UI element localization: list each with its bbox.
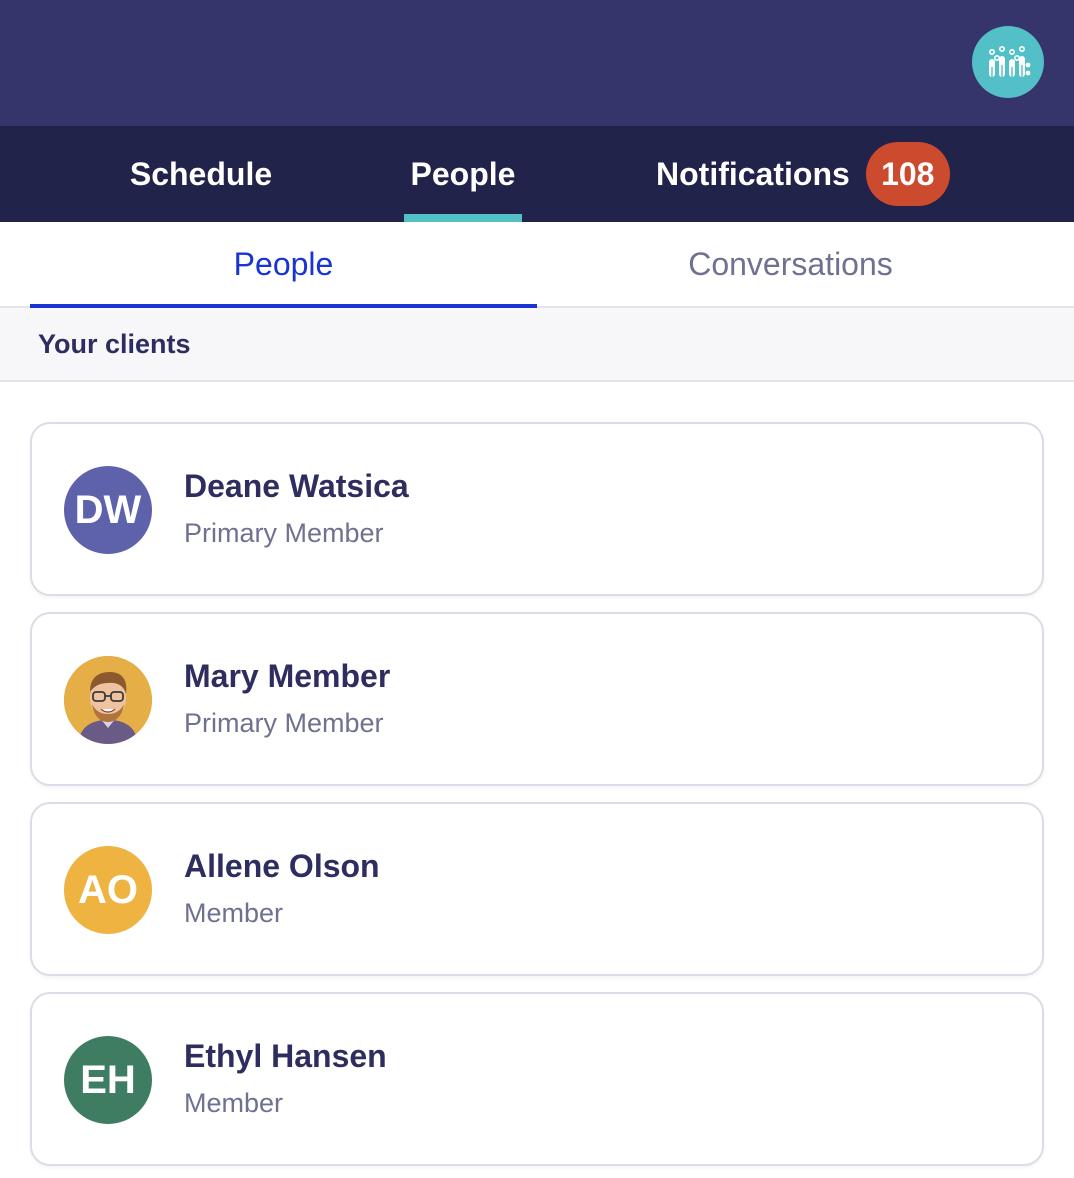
client-role: Primary Member [184, 518, 384, 548]
avatar: EH [64, 1036, 152, 1124]
notifications-count-badge: 108 [865, 142, 950, 206]
top-header-bar [0, 0, 1074, 126]
tab-schedule[interactable]: Schedule [118, 126, 284, 222]
people-group-icon [989, 45, 1031, 77]
tab-notifications-label: Notifications [656, 155, 850, 192]
client-name: Ethyl Hansen [184, 1038, 387, 1074]
main-navigation: Schedule People Notifications 108 [0, 126, 1074, 222]
client-name: Allene Olson [184, 848, 380, 884]
client-role: Primary Member [184, 708, 384, 738]
tab-people[interactable]: People [404, 126, 522, 222]
avatar-photo [64, 656, 152, 744]
client-role: Member [184, 1088, 284, 1118]
client-card[interactable]: Mary Member Primary Member [30, 612, 1044, 786]
client-name: Deane Watsica [184, 468, 409, 504]
tab-schedule-label: Schedule [129, 155, 273, 192]
tab-notifications[interactable]: Notifications 108 [648, 126, 950, 222]
client-name: Mary Member [184, 658, 391, 694]
client-card[interactable]: DW Deane Watsica Primary Member [30, 422, 1044, 596]
tab-people-label: People [410, 155, 516, 192]
avatar: AO [64, 846, 152, 934]
active-tab-indicator [404, 214, 522, 222]
subtab-people[interactable]: People [30, 222, 537, 306]
client-role: Member [184, 898, 284, 928]
subtab-conversations[interactable]: Conversations [537, 222, 1044, 306]
app-logo[interactable] [972, 26, 1044, 98]
person-photo-icon [64, 656, 152, 744]
section-header: Your clients [0, 308, 1074, 382]
client-card[interactable]: AO Allene Olson Member [30, 802, 1044, 976]
client-card[interactable]: EH Ethyl Hansen Member [30, 992, 1044, 1166]
section-title: Your clients [38, 328, 191, 359]
sub-tab-bar: People Conversations [0, 222, 1074, 308]
avatar: DW [64, 466, 152, 554]
